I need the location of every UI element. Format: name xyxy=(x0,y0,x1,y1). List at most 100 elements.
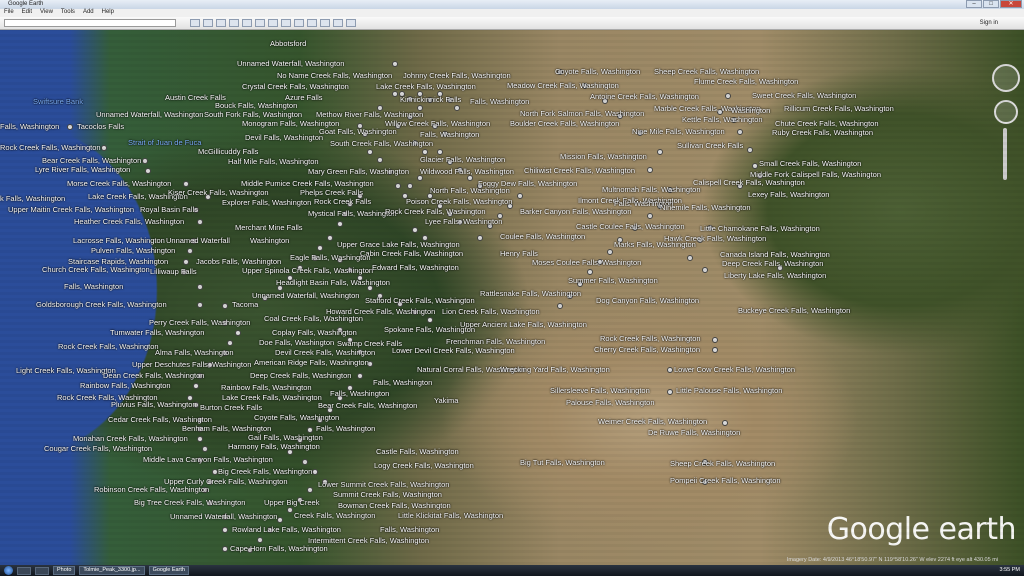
waterfall-placemark-icon[interactable] xyxy=(347,385,353,391)
map-label[interactable]: Tacoma xyxy=(232,301,258,309)
map-label[interactable]: Falls, Washington xyxy=(380,526,439,534)
waterfall-placemark-icon[interactable] xyxy=(667,389,673,395)
map-label[interactable]: Lower Devil Creek Falls, Washington xyxy=(392,347,515,355)
map-label[interactable]: Wrecking Yard Falls, Washington xyxy=(500,366,610,374)
map-label[interactable]: Glacier Falls, Washington xyxy=(420,156,505,164)
map-label[interactable]: Church Creek Falls, Washington xyxy=(42,266,150,274)
waterfall-placemark-icon[interactable] xyxy=(287,449,293,455)
map-label[interactable]: Rock Creek Falls, Washington xyxy=(385,208,486,216)
map-label[interactable]: Buckeye Creek Falls, Washington xyxy=(738,307,850,315)
waterfall-placemark-icon[interactable] xyxy=(607,249,613,255)
waterfall-placemark-icon[interactable] xyxy=(197,219,203,225)
waterfall-placemark-icon[interactable] xyxy=(222,350,228,356)
waterfall-placemark-icon[interactable] xyxy=(307,487,313,493)
map-label[interactable]: Goat Falls, Washington xyxy=(319,128,397,136)
waterfall-placemark-icon[interactable] xyxy=(183,259,189,265)
map-label[interactable]: Weimer Creek Falls, Washington xyxy=(598,418,707,426)
map-label[interactable]: Lower Summit Creek Falls, Washington xyxy=(318,481,449,489)
waterfall-placemark-icon[interactable] xyxy=(322,479,328,485)
waterfall-placemark-icon[interactable] xyxy=(577,281,583,287)
waterfall-placemark-icon[interactable] xyxy=(357,275,363,281)
map-label[interactable]: Alma Falls, Washington xyxy=(155,349,234,357)
map-label[interactable]: Lacrosse Falls, Washington xyxy=(73,237,165,245)
waterfall-placemark-icon[interactable] xyxy=(447,97,453,103)
map-label[interactable]: Boulder Creek Falls, Washington xyxy=(510,120,619,128)
waterfall-placemark-icon[interactable] xyxy=(247,547,253,553)
map-label[interactable]: Stafford Creek Falls, Washington xyxy=(365,297,475,305)
waterfall-placemark-icon[interactable] xyxy=(667,187,673,193)
map-label[interactable]: Lilliwaup Falls xyxy=(150,268,197,276)
waterfall-placemark-icon[interactable] xyxy=(367,149,373,155)
map-label[interactable]: No Name Creek Falls, Washington xyxy=(277,72,392,80)
map-label[interactable]: Falls, Washington xyxy=(373,379,432,387)
waterfall-placemark-icon[interactable] xyxy=(587,269,593,275)
waterfall-placemark-icon[interactable] xyxy=(632,225,638,231)
task-image-file[interactable]: Tolmie_Peak_3300.jp... xyxy=(79,566,145,575)
waterfall-placemark-icon[interactable] xyxy=(702,479,708,485)
map-label[interactable]: Upper Grace Lake Falls, Washington xyxy=(337,241,460,249)
map-label[interactable]: Falls, Washington xyxy=(470,98,529,106)
map-label[interactable]: Sweet Creek Falls, Washington xyxy=(752,92,856,100)
map-label[interactable]: De Ruwe Falls, Washington xyxy=(648,429,740,437)
map-label[interactable]: Chiliwist Creek Falls, Washington xyxy=(524,167,635,175)
map-label[interactable]: Lyre River Falls, Washington xyxy=(35,166,130,174)
map-label[interactable]: k Falls, Washington xyxy=(0,195,65,203)
maps-icon[interactable] xyxy=(346,19,356,27)
map-label[interactable]: Washington xyxy=(250,237,289,245)
waterfall-placemark-icon[interactable] xyxy=(617,237,623,243)
map-label[interactable]: Lake Creek Falls, Washington xyxy=(88,193,188,201)
waterfall-placemark-icon[interactable] xyxy=(312,469,318,475)
map-label[interactable]: Little Chamokane Falls, Washington xyxy=(700,225,820,233)
waterfall-placemark-icon[interactable] xyxy=(567,293,573,299)
waterfall-placemark-icon[interactable] xyxy=(197,417,203,423)
waterfall-placemark-icon[interactable] xyxy=(697,237,703,243)
waterfall-placemark-icon[interactable] xyxy=(477,235,483,241)
waterfall-placemark-icon[interactable] xyxy=(447,159,453,165)
map-label[interactable]: Ilmont Creek Falls, Washington xyxy=(578,197,682,205)
waterfall-placemark-icon[interactable] xyxy=(387,169,393,175)
waterfall-placemark-icon[interactable] xyxy=(183,181,189,187)
map-label[interactable]: Upper Big Creek xyxy=(264,499,319,507)
waterfall-placemark-icon[interactable] xyxy=(377,293,383,299)
waterfall-placemark-icon[interactable] xyxy=(402,193,408,199)
waterfall-placemark-icon[interactable] xyxy=(412,227,418,233)
waterfall-placemark-icon[interactable] xyxy=(757,173,763,179)
map-label[interactable]: Monogram Falls, Washington xyxy=(242,120,339,128)
map-label[interactable]: Pulven Falls, Washington xyxy=(91,247,175,255)
map-label[interactable]: Yakima xyxy=(434,397,458,405)
map-label[interactable]: Marks Falls, Washington xyxy=(614,241,696,249)
map-label[interactable]: Lion Creek Falls, Washington xyxy=(442,308,540,316)
map-label[interactable]: Poison Creek Falls, Washington xyxy=(406,198,512,206)
waterfall-placemark-icon[interactable] xyxy=(342,211,348,217)
map-label[interactable]: Royal Basin Falls xyxy=(140,206,198,214)
waterfall-placemark-icon[interactable] xyxy=(712,347,718,353)
waterfall-placemark-icon[interactable] xyxy=(197,426,203,432)
waterfall-placemark-icon[interactable] xyxy=(193,383,199,389)
map-label[interactable]: Lake Creek Falls, Washington xyxy=(376,83,476,91)
waterfall-placemark-icon[interactable] xyxy=(181,269,187,275)
waterfall-placemark-icon[interactable] xyxy=(392,91,398,97)
map-label[interactable]: North Fork Salmon Falls, Washington xyxy=(520,110,644,118)
waterfall-placemark-icon[interactable] xyxy=(222,527,228,533)
waterfall-placemark-icon[interactable] xyxy=(392,61,398,67)
map-label[interactable]: Sheep Creek Falls, Washington xyxy=(654,68,759,76)
waterfall-placemark-icon[interactable] xyxy=(145,168,151,174)
map-label[interactable]: Unnamed Waterfall xyxy=(166,237,230,245)
map-label[interactable]: Johnny Creek Falls, Washington xyxy=(403,72,511,80)
sign-in-link[interactable]: Sign in xyxy=(980,20,998,26)
waterfall-placemark-icon[interactable] xyxy=(317,417,323,423)
waterfall-placemark-icon[interactable] xyxy=(412,140,418,146)
map-label[interactable]: Goldsborough Creek Falls, Washington xyxy=(36,301,167,309)
map-label[interactable]: Middle Fork Calispell Falls, Washington xyxy=(750,171,881,179)
map-label[interactable]: South Creek Falls, Washington xyxy=(330,140,433,148)
map-label[interactable]: Pluvius Falls, Washington xyxy=(111,401,197,409)
map-label[interactable]: Merchant Mine Falls xyxy=(235,224,303,232)
map-label[interactable]: Tumwater Falls, Washington xyxy=(110,329,204,337)
menu-add[interactable]: Add xyxy=(83,9,94,17)
waterfall-placemark-icon[interactable] xyxy=(202,446,208,452)
map-label[interactable]: Coal Creek Falls, Washington xyxy=(264,315,363,323)
map-label[interactable]: Rock Creek Falls, Washington xyxy=(0,144,101,152)
map-label[interactable]: Bear Creek Falls, Washington xyxy=(42,157,141,165)
planets-icon[interactable] xyxy=(294,19,304,27)
map-label[interactable]: Rainbow Falls, Washington xyxy=(80,382,171,390)
